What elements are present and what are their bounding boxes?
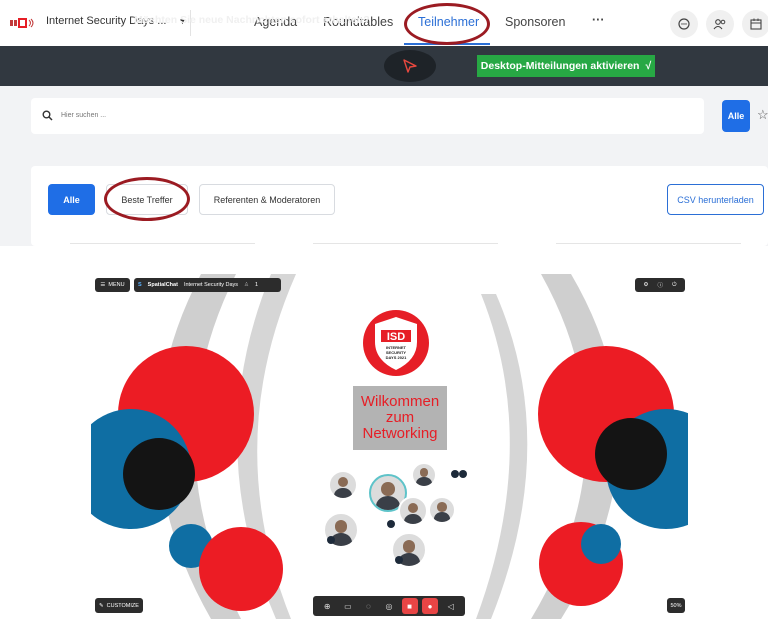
enable-desktop-notifications-button[interactable]: Desktop-Mitteilungen aktivieren √: [477, 55, 655, 77]
control-dock: ⊕ ▭ ◌ ◎ ■ ● ◁: [313, 596, 465, 616]
pencil-icon: ✎: [99, 602, 104, 609]
menu-label: MENU: [108, 282, 125, 288]
spatialchat-room: ISD INTERNET SECURITY DAYS 2021 Wilkomme…: [91, 274, 688, 619]
participant-avatar[interactable]: [398, 496, 428, 526]
broadcast-icon[interactable]: ◎: [381, 598, 397, 614]
avatar-mic-icon: [395, 556, 403, 564]
highlight-circle-teilnehmer: [404, 3, 490, 45]
info-icon[interactable]: ⓘ: [658, 281, 664, 289]
zoom-indicator[interactable]: 50%: [667, 598, 685, 613]
zoom-label: 50%: [670, 602, 682, 609]
space-name: Internet Security Days: [183, 282, 239, 288]
add-button-icon[interactable]: ⊕: [319, 598, 335, 614]
space-header: S SpatialChat Internet Security Days ♙ 1: [134, 278, 281, 292]
camera-off-icon[interactable]: ■: [401, 598, 418, 614]
menu-button[interactable]: ☰ MENU: [95, 278, 130, 292]
card-divider: [556, 243, 741, 244]
chat-icon[interactable]: ◌: [360, 598, 376, 614]
app-screen: Internet Security Days ... ▼ Agenda Roun…: [0, 0, 768, 619]
csv-download-button[interactable]: CSV herunterladen: [667, 184, 764, 215]
exit-icon[interactable]: ⏻: [672, 282, 676, 289]
participant-avatar[interactable]: [411, 462, 437, 488]
filter-all-button[interactable]: Alle: [48, 184, 95, 215]
avatar-status-icon: [451, 470, 459, 478]
welcome-line: Networking: [362, 425, 438, 442]
people-icon: [713, 19, 726, 30]
highlight-circle-best-matches: [104, 177, 190, 221]
card-divider: [313, 243, 498, 244]
participant-avatar[interactable]: [328, 470, 358, 500]
avatar-status-icon: [459, 470, 467, 478]
chat-button[interactable]: [670, 10, 698, 38]
speaker-icon[interactable]: ◁: [443, 598, 459, 614]
room-tools: ⚙ ⓘ ⏻: [635, 278, 685, 292]
notification-text: Möchten Sie neue Nachrichten sofort erha…: [134, 14, 370, 26]
people-button[interactable]: [706, 10, 734, 38]
notification-button-label: Desktop-Mitteilungen aktivieren: [480, 60, 640, 72]
welcome-line: zum: [385, 409, 415, 426]
cursor-arrow-icon: [403, 59, 417, 73]
participant-count: 1: [254, 282, 259, 288]
settings-icon[interactable]: ⚙: [644, 282, 649, 288]
check-icon: √: [645, 60, 652, 72]
search-filter-all-button[interactable]: Alle: [722, 100, 750, 132]
person-icon: ♙: [244, 282, 249, 288]
isd-logo-icon: ISD INTERNET SECURITY DAYS 2021: [363, 310, 429, 376]
participant-avatar[interactable]: [428, 496, 456, 524]
calendar-button[interactable]: [742, 10, 768, 38]
calendar-icon: [750, 18, 762, 30]
spatialchat-logo-icon: S: [138, 282, 142, 288]
customize-label: CUSTOMIZE: [106, 602, 139, 609]
eco-logo-icon: [10, 18, 34, 28]
avatar-mic-icon: [327, 536, 335, 544]
search-placeholder: Hier suchen ...: [61, 112, 107, 119]
menu-icon: ☰: [100, 282, 106, 288]
welcome-line: Wilkommen: [360, 393, 440, 410]
tab-sponsoren[interactable]: Sponsoren: [505, 15, 565, 29]
filter-speakers-button[interactable]: Referenten & Moderatoren: [199, 184, 335, 215]
welcome-sign: Wilkommen zum Networking: [353, 386, 447, 450]
mic-off-icon[interactable]: ●: [422, 598, 439, 614]
avatar-mic-icon: [387, 520, 395, 528]
svg-text:ISD: ISD: [387, 331, 405, 343]
screen-share-icon[interactable]: ▭: [340, 598, 356, 614]
top-navigation: Internet Security Days ... ▼ Agenda Roun…: [0, 0, 768, 46]
search-icon: [42, 110, 53, 121]
card-divider: [70, 243, 255, 244]
chat-icon: [678, 18, 690, 30]
spatialchat-name: SpatialChat: [147, 282, 178, 288]
search-input[interactable]: [31, 98, 704, 134]
customize-button[interactable]: ✎ CUSTOMIZE: [95, 598, 143, 613]
tab-more[interactable]: ···: [592, 13, 605, 27]
star-icon[interactable]: ☆: [757, 107, 768, 123]
svg-text:DAYS 2021: DAYS 2021: [386, 355, 408, 360]
